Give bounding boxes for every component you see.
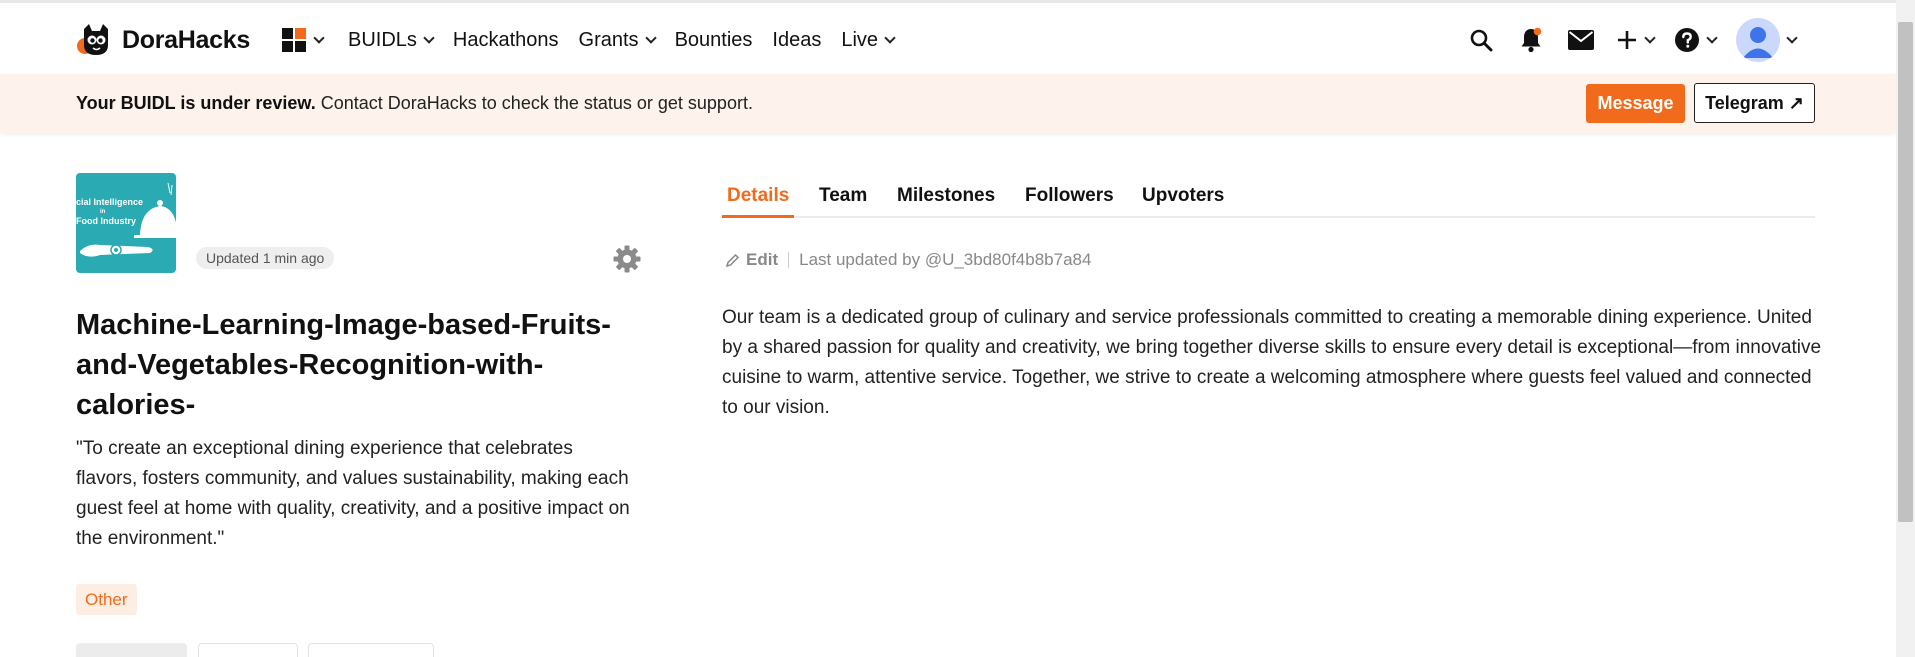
page-scrollbar[interactable] (1896, 0, 1915, 657)
brand-name: DoraHacks (122, 25, 250, 54)
nav-item-label: Ideas (772, 28, 822, 51)
project-title: Machine-Learning-Image-based-Fruits-and-… (76, 309, 611, 421)
chevron-down-icon (1644, 31, 1656, 44)
nav-item-ideas[interactable]: Ideas (772, 29, 821, 52)
category-tag[interactable]: Other (76, 584, 137, 615)
create-menu-button[interactable] (1616, 29, 1656, 51)
project-description: Our team is a dedicated group of culinar… (722, 307, 1822, 418)
last-updated-text: Last updated by @U_3bd80f4b8b7a84 (799, 250, 1092, 269)
nav-item-live[interactable]: Live (841, 28, 896, 52)
tab-followers[interactable]: Followers (1025, 185, 1114, 207)
chevron-down-icon (1786, 31, 1798, 44)
nav-item-label: BUIDLs (348, 28, 417, 51)
chevron-down-icon (313, 31, 325, 44)
apps-menu-button[interactable] (282, 28, 325, 52)
dorahacks-logo-icon (76, 21, 114, 59)
action-button[interactable] (308, 643, 434, 657)
nav-item-buidls[interactable]: BUIDLs (348, 28, 435, 52)
tab-details[interactable]: Details (727, 185, 789, 207)
scrollbar-thumb[interactable] (1898, 22, 1913, 522)
tab-upvoters[interactable]: Upvoters (1142, 185, 1224, 207)
nav-item-label: Hackathons (452, 28, 559, 51)
edit-row: Edit Last updated by @U_3bd80f4b8b7a84 (725, 250, 1091, 270)
help-icon (1675, 28, 1699, 52)
pencil-icon (725, 253, 740, 267)
telegram-button[interactable]: Telegram ↗ (1694, 83, 1815, 123)
project-thumbnail: cial Intelligence in Food Industry (76, 173, 176, 273)
banner-text: Your BUIDL is under review. Contact Dora… (76, 93, 753, 114)
nav-item-label: Grants (578, 28, 639, 51)
nav-item-hackathons[interactable]: Hackathons (453, 29, 559, 52)
review-banner: Your BUIDL is under review. Contact Dora… (0, 74, 1896, 133)
project-tagline: "To create an exceptional dining experie… (76, 438, 630, 549)
search-icon[interactable] (1466, 25, 1496, 55)
bell-icon[interactable] (1516, 25, 1546, 55)
nav-item-label: Live (841, 28, 879, 51)
tab-team[interactable]: Team (819, 185, 867, 207)
chevron-down-icon (644, 31, 657, 44)
updated-badge: Updated 1 min ago (196, 247, 335, 269)
apps-grid-icon (282, 28, 306, 52)
top-navbar: DoraHacks BUIDLs Hackathons Grants Bount… (0, 3, 1896, 74)
help-menu-button[interactable] (1674, 27, 1718, 53)
plus-icon (1618, 31, 1636, 49)
nav-actions (1446, 17, 1798, 63)
cloche-illustration (80, 182, 176, 257)
gear-icon[interactable] (613, 245, 641, 273)
avatar (1736, 18, 1780, 62)
action-button[interactable] (76, 643, 187, 657)
message-button[interactable]: Message (1586, 84, 1685, 123)
tab-milestones[interactable]: Milestones (897, 185, 995, 207)
banner-bold-text: Your BUIDL is under review. (76, 93, 316, 113)
action-button[interactable] (198, 643, 298, 657)
edit-label: Edit (746, 250, 779, 269)
edit-button[interactable]: Edit (725, 250, 778, 270)
mail-icon[interactable] (1566, 25, 1596, 55)
project-tabs: Details Team Milestones Followers Upvote… (722, 173, 1815, 218)
chevron-down-icon (884, 31, 896, 44)
main-nav: BUIDLs Hackathons Grants Bounties Ideas … (282, 23, 914, 57)
chevron-down-icon (1706, 31, 1718, 44)
user-menu-button[interactable] (1736, 18, 1798, 62)
nav-item-bounties[interactable]: Bounties (675, 29, 753, 52)
nav-item-label: Bounties (674, 28, 753, 51)
active-tab-indicator (722, 215, 794, 218)
banner-body-text: Contact DoraHacks to check the status or… (315, 93, 753, 113)
chevron-down-icon (423, 31, 435, 44)
divider (788, 252, 790, 268)
dorahacks-logo[interactable]: DoraHacks (76, 21, 250, 59)
nav-item-grants[interactable]: Grants (578, 28, 657, 52)
